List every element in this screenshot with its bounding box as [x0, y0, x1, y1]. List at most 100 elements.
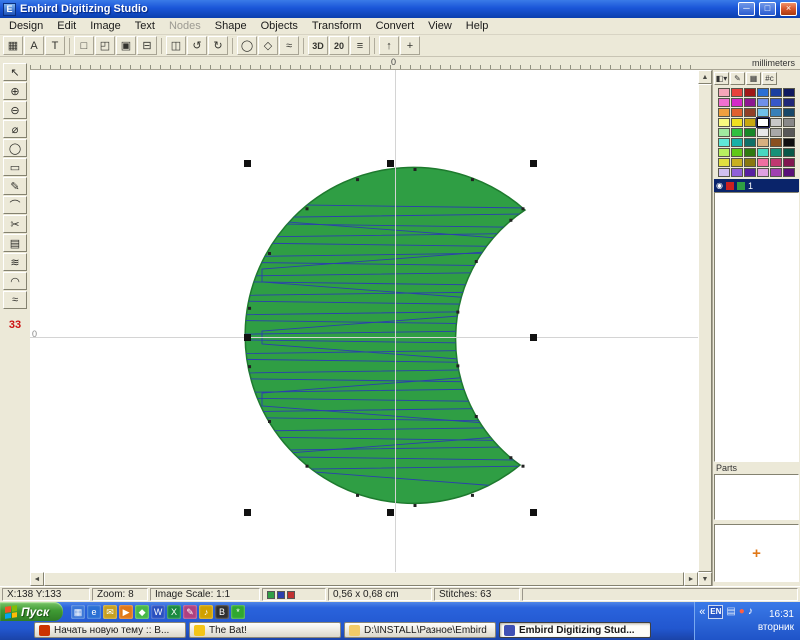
quicklaunch-music-icon[interactable]: ♪ [199, 605, 213, 619]
palette-color-5[interactable] [783, 88, 795, 97]
menu-shape[interactable]: Shape [208, 19, 254, 33]
ellipse-shape-button[interactable]: ◯ [237, 36, 257, 55]
menu-image[interactable]: Image [83, 19, 128, 33]
knife-tool[interactable]: ✂ [3, 215, 27, 233]
menu-help[interactable]: Help [459, 19, 496, 33]
palette-color-48[interactable] [718, 168, 730, 177]
color-code-button[interactable]: #c [762, 72, 777, 85]
language-indicator[interactable]: EN [708, 605, 723, 619]
object-list[interactable] [714, 192, 799, 462]
keyboard-layout-icon[interactable]: ▤ [726, 606, 735, 617]
preview-panel[interactable]: + [714, 524, 799, 582]
design-grid-button[interactable]: ▦ [3, 36, 23, 55]
palette-color-31[interactable] [731, 138, 743, 147]
menu-transform[interactable]: Transform [305, 19, 369, 33]
palette-color-28[interactable] [770, 128, 782, 137]
vertical-scrollbar[interactable]: ▲ ▼ [698, 70, 712, 586]
palette-color-17[interactable] [783, 108, 795, 117]
palette-color-49[interactable] [731, 168, 743, 177]
palette-color-20[interactable] [744, 118, 756, 127]
palette-color-6[interactable] [718, 98, 730, 107]
scroll-up-arrow-icon[interactable]: ▲ [698, 70, 712, 84]
palette-color-46[interactable] [770, 158, 782, 167]
palette-color-19[interactable] [731, 118, 743, 127]
outline-tool[interactable]: ◠ [3, 272, 27, 290]
palette-color-22[interactable] [770, 118, 782, 127]
horizontal-scrollbar[interactable]: ◄ ► [30, 572, 698, 586]
palette-color-21[interactable] [757, 118, 769, 127]
crescent-shape[interactable] [245, 167, 525, 503]
palette-color-51[interactable] [757, 168, 769, 177]
palette-color-30[interactable] [718, 138, 730, 147]
hscroll-thumb[interactable] [44, 572, 684, 586]
minimize-button[interactable]: ─ [738, 2, 755, 16]
taskbar-task[interactable]: The Bat! [189, 622, 341, 638]
palette-color-29[interactable] [783, 128, 795, 137]
freehand-tool[interactable]: ✎ [3, 177, 27, 195]
selection-handle[interactable] [530, 509, 537, 516]
menu-design[interactable]: Design [2, 19, 50, 33]
quicklaunch-paint-icon[interactable]: ✎ [183, 605, 197, 619]
object-list-item[interactable]: ◉ 1 [714, 179, 799, 192]
quicklaunch-messenger-icon[interactable]: ◆ [135, 605, 149, 619]
text-serif-button[interactable]: A [24, 36, 44, 55]
measure-tool[interactable]: ⌀ [3, 120, 27, 138]
column-tool[interactable]: ≋ [3, 253, 27, 271]
palette-color-24[interactable] [718, 128, 730, 137]
palette-color-23[interactable] [783, 118, 795, 127]
print-button[interactable]: ⊟ [137, 36, 157, 55]
palette-color-0[interactable] [718, 88, 730, 97]
bezier-tool[interactable]: ⌒ [3, 196, 27, 214]
quicklaunch-browser-icon[interactable]: e [87, 605, 101, 619]
quicklaunch-icq-icon[interactable]: * [231, 605, 245, 619]
scroll-down-arrow-icon[interactable]: ▼ [698, 572, 712, 586]
select-tool[interactable]: ↖ [3, 63, 27, 81]
vscroll-track[interactable] [698, 84, 712, 572]
rectangle-tool[interactable]: ▭ [3, 158, 27, 176]
palette-color-50[interactable] [744, 168, 756, 177]
quicklaunch-excel-icon[interactable]: X [167, 605, 181, 619]
quicklaunch-the-bat-icon[interactable]: B [215, 605, 229, 619]
undo-button[interactable]: ↺ [187, 36, 207, 55]
palette-color-52[interactable] [770, 168, 782, 177]
stitch-density-button[interactable]: 20 [329, 36, 349, 55]
palette-color-41[interactable] [783, 148, 795, 157]
palette-color-8[interactable] [744, 98, 756, 107]
palette-color-15[interactable] [757, 108, 769, 117]
selection-handle[interactable] [387, 509, 394, 516]
palette-color-38[interactable] [744, 148, 756, 157]
palette-color-42[interactable] [718, 158, 730, 167]
taskbar-task[interactable]: Embird Digitizing Stud... [499, 622, 651, 638]
fill-tool[interactable]: ▤ [3, 234, 27, 252]
save-design-button[interactable]: ▣ [116, 36, 136, 55]
quicklaunch-word-icon[interactable]: W [151, 605, 165, 619]
palette-color-1[interactable] [731, 88, 743, 97]
ellipse-tool[interactable]: ◯ [3, 139, 27, 157]
close-button[interactable]: × [780, 2, 797, 16]
palette-color-12[interactable] [718, 108, 730, 117]
palette-color-9[interactable] [757, 98, 769, 107]
quicklaunch-show-desktop-icon[interactable]: ▦ [71, 605, 85, 619]
palette-color-18[interactable] [718, 118, 730, 127]
menu-edit[interactable]: Edit [50, 19, 83, 33]
new-design-button[interactable]: □ [74, 36, 94, 55]
edit-colors-button[interactable]: ✎ [730, 72, 745, 85]
selection-handle[interactable] [387, 160, 394, 167]
palette-color-44[interactable] [744, 158, 756, 167]
menu-convert[interactable]: Convert [369, 19, 422, 33]
palette-color-13[interactable] [731, 108, 743, 117]
maximize-button[interactable]: □ [759, 2, 776, 16]
center-design-button[interactable]: + [400, 36, 420, 55]
view-3d-button[interactable]: 3D [308, 36, 328, 55]
palette-color-11[interactable] [783, 98, 795, 107]
taskbar-task[interactable]: Начать новую тему :: В... [34, 622, 186, 638]
palette-color-4[interactable] [770, 88, 782, 97]
palette-color-25[interactable] [731, 128, 743, 137]
menu-view[interactable]: View [421, 19, 459, 33]
selection-handle[interactable] [244, 160, 251, 167]
sew-simulator-button[interactable]: ≡ [350, 36, 370, 55]
palette-color-3[interactable] [757, 88, 769, 97]
palette-color-40[interactable] [770, 148, 782, 157]
palette-color-53[interactable] [783, 168, 795, 177]
palette-color-35[interactable] [783, 138, 795, 147]
